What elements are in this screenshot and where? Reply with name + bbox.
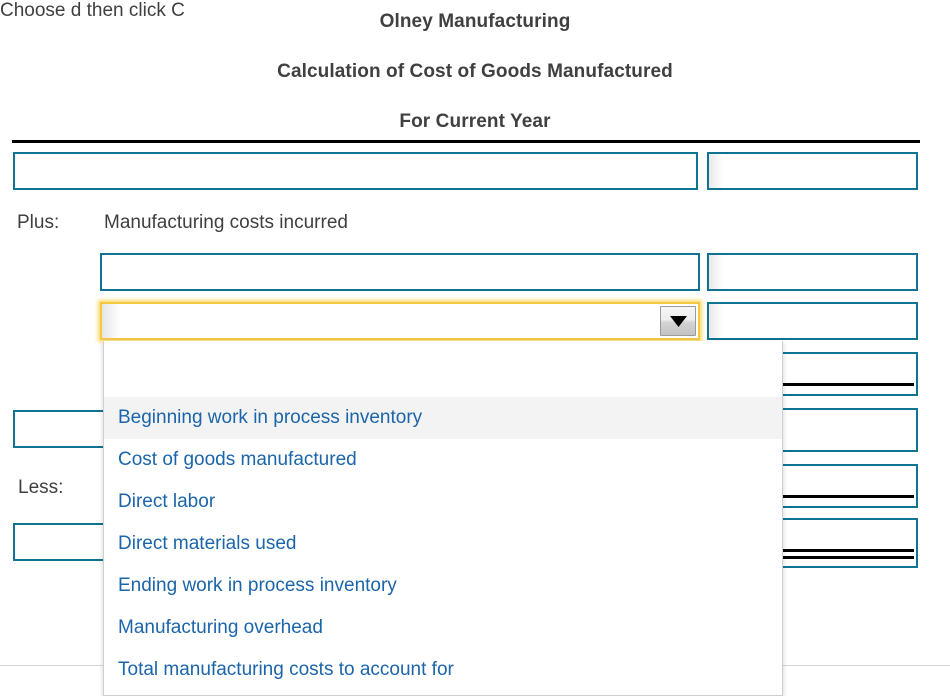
row-label-plus-description: Manufacturing costs incurred xyxy=(104,212,348,233)
dropdown-option[interactable]: Total manufacturing costs to account for xyxy=(104,649,782,691)
page-title-company: Olney Manufacturing xyxy=(379,11,571,32)
dropdown-option[interactable]: Cost of goods manufactured xyxy=(104,439,782,481)
dropdown-option[interactable]: Direct labor xyxy=(104,481,782,523)
cogm-worksheet: Olney Manufacturing Calculation of Cost … xyxy=(0,0,950,696)
account-select-dropdown[interactable]: Beginning work in process inventory Cost… xyxy=(103,341,783,696)
row-label-plus: Plus: xyxy=(17,212,60,233)
account-select[interactable] xyxy=(100,302,700,340)
amount-row-3-input[interactable] xyxy=(707,302,918,340)
row-label-less: Less: xyxy=(18,477,64,498)
dropdown-option[interactable]: Manufacturing overhead xyxy=(104,607,782,649)
dropdown-option[interactable] xyxy=(104,341,782,397)
header-divider xyxy=(12,140,920,143)
dropdown-option[interactable]: Direct materials used xyxy=(104,523,782,565)
account-row-1-input[interactable] xyxy=(13,152,698,190)
amount-row-1-input[interactable] xyxy=(707,152,918,190)
dropdown-option[interactable]: Beginning work in process inventory xyxy=(104,397,782,439)
amount-row-2-input[interactable] xyxy=(707,253,918,291)
account-row-2-input[interactable] xyxy=(100,253,700,291)
page-title-period: For Current Year xyxy=(399,111,551,132)
chevron-down-icon[interactable] xyxy=(660,306,696,336)
page-title-statement: Calculation of Cost of Goods Manufacture… xyxy=(277,61,673,82)
dropdown-option[interactable]: Ending work in process inventory xyxy=(104,565,782,607)
